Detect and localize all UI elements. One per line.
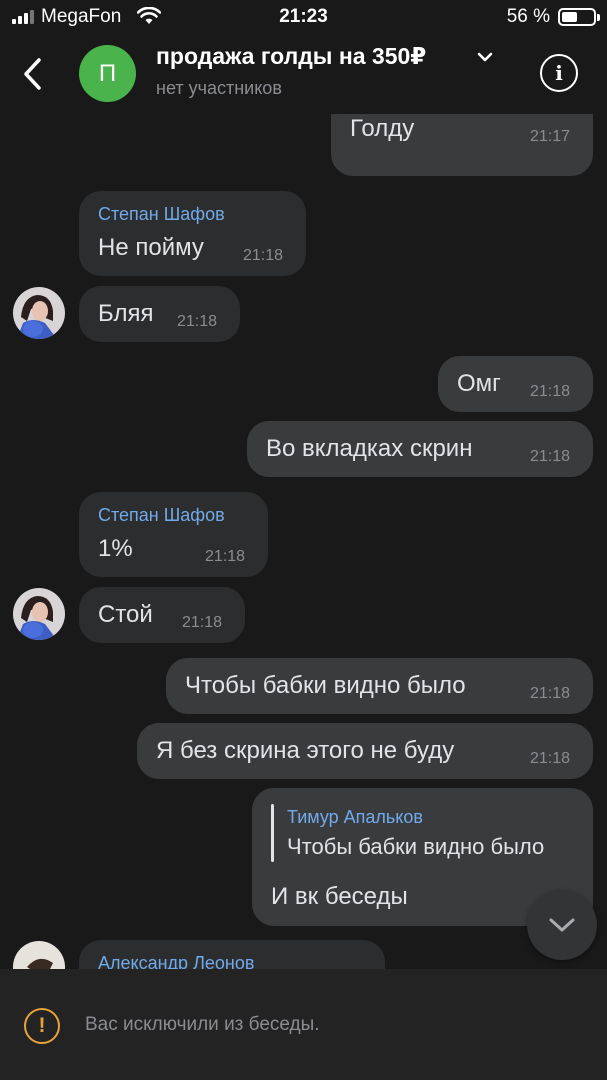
message-time: 21:17 bbox=[530, 128, 571, 145]
message-time: 21:18 bbox=[530, 448, 571, 465]
sender-name[interactable]: Степан Шафов bbox=[98, 204, 225, 225]
message-text: Не пойму bbox=[98, 234, 204, 261]
message-bubble[interactable]: Голду 21:17 bbox=[331, 114, 593, 176]
message-bubble[interactable]: Я без скрина этого не буду 21:18 bbox=[137, 723, 593, 779]
chat-avatar-letter: П bbox=[98, 59, 117, 87]
reply-text[interactable]: Чтобы бабки видно было bbox=[287, 834, 544, 860]
message-text: Стой bbox=[98, 601, 153, 628]
sender-avatar[interactable] bbox=[13, 588, 65, 640]
message-bubble[interactable]: Во вкладках скрин 21:18 bbox=[247, 421, 593, 477]
chat-subtitle: нет участников bbox=[156, 78, 282, 98]
battery-icon bbox=[558, 8, 600, 26]
message-text: Я без скрина этого не буду bbox=[156, 737, 455, 764]
scroll-down-button[interactable] bbox=[527, 890, 597, 960]
message-time: 21:18 bbox=[182, 614, 223, 631]
sender-name[interactable]: Степан Шафов bbox=[98, 505, 225, 526]
sender-avatar[interactable] bbox=[13, 287, 65, 339]
message-time: 21:18 bbox=[177, 313, 218, 330]
reply-quote-bar bbox=[271, 804, 274, 862]
avatar-photo bbox=[13, 941, 65, 969]
back-button[interactable] bbox=[14, 54, 50, 94]
chevron-down-icon[interactable] bbox=[477, 52, 493, 62]
message-bubble[interactable]: Степан Шафов Не пойму 21:18 bbox=[79, 191, 306, 276]
message-text: Омг bbox=[457, 370, 501, 397]
avatar-photo bbox=[13, 588, 65, 640]
message-bubble[interactable]: Стой 21:18 bbox=[79, 587, 245, 643]
sender-name[interactable]: Александр Леонов bbox=[98, 953, 254, 969]
message-text: Голду bbox=[350, 115, 415, 142]
chevron-down-icon bbox=[549, 918, 575, 932]
message-bubble[interactable]: Чтобы бабки видно было 21:18 bbox=[166, 658, 593, 714]
reply-sender-name[interactable]: Тимур Апальков bbox=[287, 807, 423, 828]
message-text: 1% bbox=[98, 535, 133, 562]
status-bar: MegaFon 21:23 56 % bbox=[0, 0, 607, 34]
message-text: И вк беседы bbox=[271, 883, 408, 910]
message-time: 21:18 bbox=[243, 247, 284, 264]
chat-title[interactable]: продажа голды на 350₽ bbox=[156, 43, 426, 70]
message-list[interactable]: Голду 21:17 Степан Шафов Не пойму 21:18 … bbox=[0, 114, 607, 969]
message-time: 21:18 bbox=[530, 685, 571, 702]
message-time: 21:18 bbox=[530, 383, 571, 400]
message-time: 21:18 bbox=[530, 750, 571, 767]
message-text: Во вкладках скрин bbox=[266, 435, 473, 462]
chevron-left-icon bbox=[24, 58, 41, 90]
sender-avatar[interactable] bbox=[13, 941, 65, 969]
message-text: Чтобы бабки видно было bbox=[185, 672, 466, 699]
chat-avatar[interactable]: П bbox=[79, 45, 136, 102]
message-text: Бляя bbox=[98, 300, 154, 327]
message-bubble[interactable]: Омг 21:18 bbox=[438, 356, 593, 412]
info-button[interactable]: i bbox=[540, 54, 578, 92]
removed-notice: Вас исключили из беседы. bbox=[85, 1014, 320, 1035]
battery-percent: 56 % bbox=[506, 6, 550, 27]
warning-icon: ! bbox=[24, 1008, 60, 1044]
message-time: 21:18 bbox=[205, 548, 246, 565]
chat-header: П продажа голды на 350₽ нет участников i bbox=[0, 34, 607, 114]
avatar-photo bbox=[13, 287, 65, 339]
message-bubble[interactable]: Александр Леонов bbox=[79, 940, 385, 969]
info-icon: i bbox=[555, 61, 563, 85]
message-bubble[interactable]: Степан Шафов 1% 21:18 bbox=[79, 492, 268, 577]
bottom-notice-bar: ! Вас исключили из беседы. bbox=[0, 969, 607, 1080]
message-bubble[interactable]: Бляя 21:18 bbox=[79, 286, 240, 342]
